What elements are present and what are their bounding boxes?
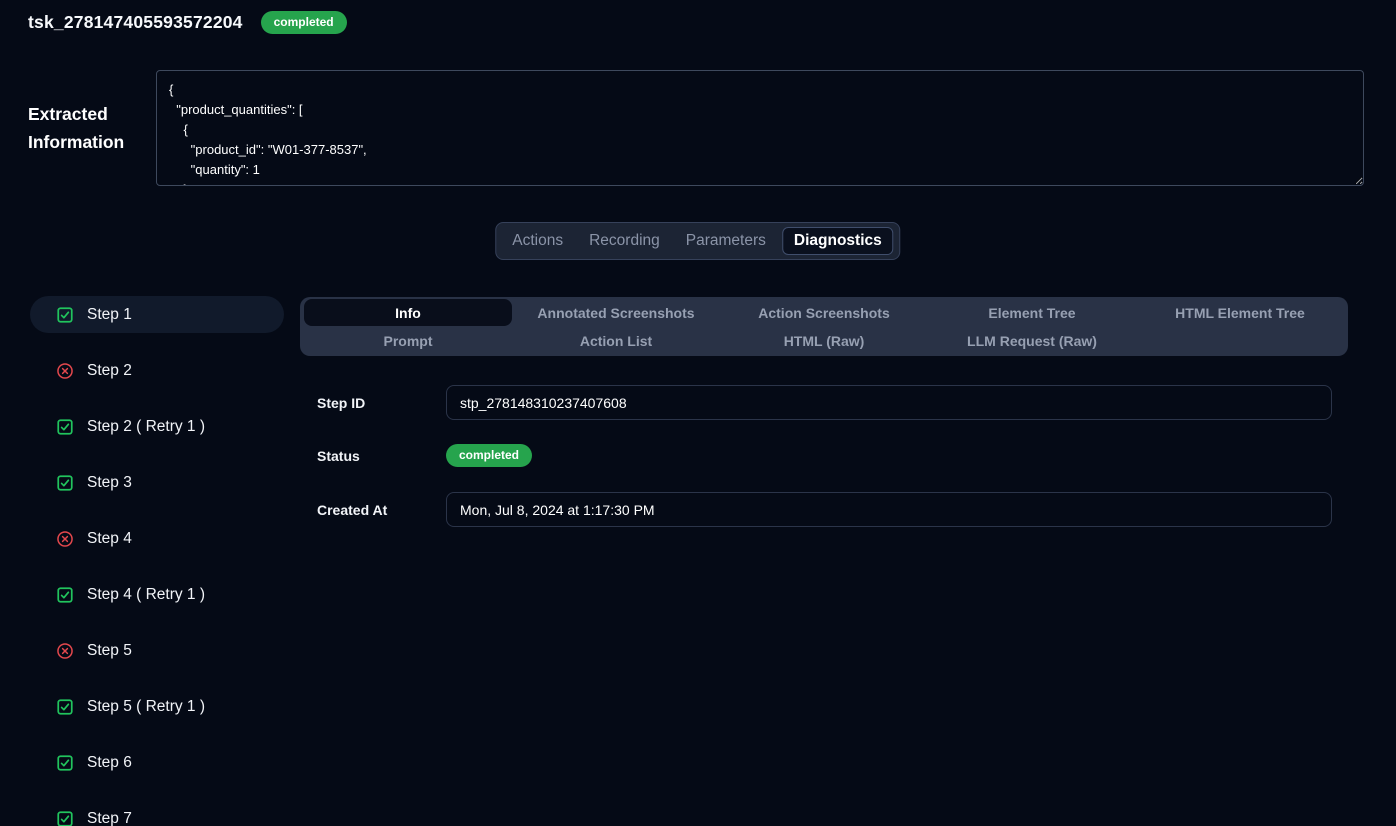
check-square-icon <box>56 418 74 436</box>
step-item[interactable]: Step 6 <box>30 744 284 781</box>
diagnostics-tab[interactable]: LLM Request (Raw) <box>928 327 1136 354</box>
step-label: Step 5 <box>87 642 132 660</box>
step-label: Step 4 <box>87 530 132 548</box>
extracted-information-section: Extracted Information { "product_quantit… <box>28 70 1364 186</box>
step-label: Step 3 <box>87 474 132 492</box>
diagnostics-tab[interactable]: HTML Element Tree <box>1136 299 1344 326</box>
step-label: Step 2 <box>87 362 132 380</box>
main-tab[interactable]: Diagnostics <box>782 227 894 255</box>
step-item[interactable]: Step 5 <box>30 632 284 669</box>
diagnostics-tab-label: Prompt <box>384 333 433 349</box>
step-label: Step 1 <box>87 306 132 324</box>
step-label: Step 7 <box>87 810 132 826</box>
step-item[interactable]: Step 2 <box>30 352 284 389</box>
main-tab[interactable]: Actions <box>502 227 573 255</box>
main-tab-label: Diagnostics <box>794 232 882 249</box>
diagnostics-tab[interactable]: Annotated Screenshots <box>512 299 720 326</box>
diagnostics-panel: Info Annotated Screenshots Action Screen… <box>300 297 1348 551</box>
x-circle-icon <box>56 362 74 380</box>
status-label: Status <box>317 448 446 464</box>
diagnostics-tab[interactable]: Action List <box>512 327 720 354</box>
diagnostics-tab-label: Element Tree <box>988 305 1075 321</box>
main-tab-label: Actions <box>512 232 563 249</box>
diagnostics-tab-label: Action List <box>580 333 652 349</box>
diagnostics-tab-label: HTML Element Tree <box>1175 305 1305 321</box>
step-label: Step 6 <box>87 754 132 772</box>
task-id-title: tsk_278147405593572204 <box>28 12 243 33</box>
info-fields: Step ID Status completed Created At <box>317 385 1348 527</box>
diagnostics-tab[interactable]: HTML (Raw) <box>720 327 928 354</box>
main-tab-label: Recording <box>589 232 660 249</box>
diagnostics-tab-label: Action Screenshots <box>758 305 889 321</box>
step-item[interactable]: Step 1 <box>30 296 284 333</box>
extracted-information-label: Extracted Information <box>28 100 156 156</box>
status-row: Status completed <box>317 444 1348 467</box>
main-tab[interactable]: Parameters <box>676 227 776 255</box>
x-circle-icon <box>56 530 74 548</box>
diagnostics-tab-label: Annotated Screenshots <box>537 305 694 321</box>
task-diagnostics-page: tsk_278147405593572204 completed Extract… <box>0 0 1396 826</box>
main-tab-bar: Actions Recording Parameters Diagnostics <box>495 222 900 260</box>
check-square-icon <box>56 754 74 772</box>
diagnostics-tab[interactable]: Info <box>304 299 512 326</box>
check-square-icon <box>56 698 74 716</box>
step-item[interactable]: Step 5 ( Retry 1 ) <box>30 688 284 725</box>
check-square-icon <box>56 474 74 492</box>
step-label: Step 4 ( Retry 1 ) <box>87 586 205 604</box>
steps-sidebar: Step 1 Step 2 <box>30 296 284 826</box>
step-item[interactable]: Step 4 ( Retry 1 ) <box>30 576 284 613</box>
main-tab-label: Parameters <box>686 232 766 249</box>
task-status-badge: completed <box>261 11 347 34</box>
check-square-icon <box>56 586 74 604</box>
created-at-row: Created At <box>317 492 1348 527</box>
step-item[interactable]: Step 3 <box>30 464 284 501</box>
extracted-information-textarea[interactable]: { "product_quantities": [ { "product_id"… <box>156 70 1364 186</box>
diagnostics-tab-label: HTML (Raw) <box>784 333 865 349</box>
created-at-input[interactable] <box>446 492 1332 527</box>
step-id-input[interactable] <box>446 385 1332 420</box>
created-at-label: Created At <box>317 502 446 518</box>
x-circle-icon <box>56 642 74 660</box>
diagnostics-tab[interactable]: Prompt <box>304 327 512 354</box>
step-item[interactable]: Step 7 <box>30 800 284 826</box>
check-square-icon <box>56 810 74 826</box>
diagnostics-tab[interactable]: Element Tree <box>928 299 1136 326</box>
task-header: tsk_278147405593572204 completed <box>28 11 347 34</box>
check-square-icon <box>56 306 74 324</box>
diagnostics-tab-label: Info <box>395 305 421 321</box>
step-item[interactable]: Step 4 <box>30 520 284 557</box>
step-status-badge: completed <box>446 444 532 467</box>
diagnostics-tab-bar: Info Annotated Screenshots Action Screen… <box>300 297 1348 356</box>
step-id-label: Step ID <box>317 395 446 411</box>
main-tab[interactable]: Recording <box>579 227 670 255</box>
diagnostics-tab-label: LLM Request (Raw) <box>967 333 1097 349</box>
step-label: Step 5 ( Retry 1 ) <box>87 698 205 716</box>
step-label: Step 2 ( Retry 1 ) <box>87 418 205 436</box>
step-id-row: Step ID <box>317 385 1348 420</box>
step-item[interactable]: Step 2 ( Retry 1 ) <box>30 408 284 445</box>
diagnostics-tab[interactable]: Action Screenshots <box>720 299 928 326</box>
